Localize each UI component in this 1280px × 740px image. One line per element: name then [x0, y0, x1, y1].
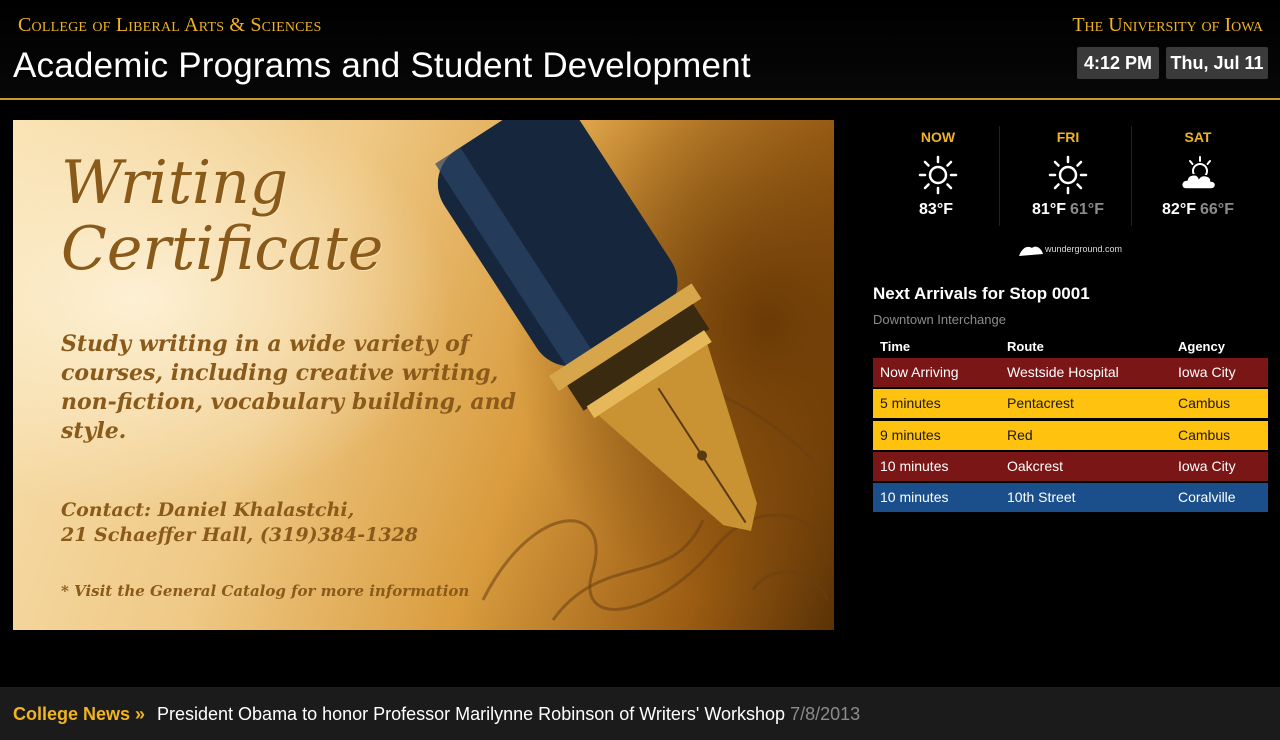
temp-low: 61°F: [1070, 201, 1104, 218]
arrival-time: 5 minutes: [880, 395, 941, 412]
table-row: 9 minutes Red Cambus: [873, 420, 1268, 450]
table-row: 10 minutes Oakcrest Iowa City: [873, 451, 1268, 481]
arrival-route: Red: [1007, 426, 1033, 443]
weather-divider: [999, 126, 1000, 226]
slide-body: Study writing in a wide variety of cours…: [61, 331, 516, 444]
arrival-agency: Iowa City: [1178, 364, 1236, 380]
slide-title-line2: Certificate: [61, 214, 384, 284]
table-row: Now Arriving Westside Hospital Iowa City: [873, 358, 1268, 387]
arrival-time: 9 minutes: [880, 426, 941, 443]
slide-title-line1: Writing: [61, 148, 289, 218]
weather-sat: SAT 82°F 66°F: [1133, 120, 1263, 230]
table-row: 10 minutes 10th Street Coralville: [873, 483, 1268, 513]
temp-high: 81°F: [1032, 201, 1066, 218]
sun-icon: [1048, 155, 1088, 195]
weather-widget: NOW 83°F FRI 81°F 61°F SAT 82°F 66°F wun…: [873, 120, 1268, 260]
arrival-route: Pentacrest: [1007, 395, 1074, 412]
contact-line1: Contact: Daniel Khalastchi,: [61, 499, 355, 521]
arrival-route: Westside Hospital: [1007, 364, 1119, 380]
slide-writing-certificate: Writing Certificate Study writing in a w…: [13, 120, 834, 630]
weather-day-label: SAT: [1184, 129, 1212, 145]
arrival-agency: Cambus: [1178, 426, 1231, 443]
arrivals-title: Next Arrivals for Stop 0001: [873, 284, 1090, 303]
temp-low: 66°F: [1200, 201, 1234, 218]
weather-day-label: FRI: [1056, 129, 1080, 145]
wunderground-text: wunderground.com: [1045, 244, 1123, 254]
arrival-route: 10th Street: [1007, 489, 1076, 506]
arrivals-table-body: Now Arriving Westside Hospital Iowa City…: [873, 358, 1268, 513]
arrivals-stop-name: Downtown Interchange: [873, 312, 1006, 327]
arrival-time: 10 minutes: [880, 457, 949, 474]
table-row: 5 minutes Pentacrest Cambus: [873, 389, 1268, 419]
contact-line2: 21 Schaeffer Hall, (319)384-1328: [61, 524, 418, 546]
weather-now: NOW 83°F: [873, 120, 1003, 230]
page-title: Academic Programs and Student Developmen…: [13, 46, 751, 85]
arrival-agency: Coralville: [1178, 489, 1236, 506]
arrivals-table-header: Time Route Agency: [873, 336, 1268, 358]
clock-time: 4:12 PM: [1077, 47, 1159, 79]
wunderground-logo: wunderground.com: [1018, 242, 1128, 258]
header-bar: College of Liberal Arts & Sciences Acade…: [0, 0, 1280, 100]
slide-contact: Contact: Daniel Khalastchi, 21 Schaeffer…: [61, 498, 531, 548]
slide-note: * Visit the General Catalog for more inf…: [61, 582, 470, 600]
bus-arrivals-panel: Next Arrivals for Stop 0001 Downtown Int…: [873, 284, 1268, 514]
slide-title: Writing Certificate: [61, 150, 383, 282]
news-headline: President Obama to honor Professor Maril…: [157, 704, 786, 724]
weather-divider: [1131, 126, 1132, 226]
university-name: The University of Iowa: [1072, 14, 1263, 36]
weather-day-label: NOW: [920, 129, 956, 145]
college-news-ticker: College News » President Obama to honor …: [0, 687, 1280, 740]
weather-temps: 81°F 61°F: [1003, 201, 1133, 219]
news-label: College News »: [13, 704, 146, 724]
weather-temps: 82°F 66°F: [1133, 201, 1263, 219]
wunderground-icon: [1019, 246, 1043, 256]
temp-high: 83°F: [919, 201, 953, 218]
column-header-agency: Agency: [1178, 339, 1225, 354]
arrival-time: Now Arriving: [880, 364, 959, 380]
weather-fri: FRI 81°F 61°F: [1003, 120, 1133, 230]
arrival-route: Oakcrest: [1007, 457, 1064, 474]
arrival-agency: Iowa City: [1178, 457, 1236, 474]
clock-date: Thu, Jul 11: [1166, 47, 1268, 79]
weather-temps: 83°F: [873, 201, 1003, 219]
sun-icon: [918, 155, 958, 195]
arrival-time: 10 minutes: [880, 489, 949, 506]
news-date: 7/8/2013: [790, 704, 861, 724]
temp-high: 82°F: [1162, 201, 1196, 218]
column-header-time: Time: [880, 339, 911, 354]
partly-cloudy-icon: [1180, 156, 1217, 190]
column-header-route: Route: [1007, 339, 1044, 354]
arrival-agency: Cambus: [1178, 395, 1231, 412]
college-name: College of Liberal Arts & Sciences: [18, 14, 322, 36]
news-item[interactable]: President Obama to honor Professor Maril…: [157, 704, 860, 725]
